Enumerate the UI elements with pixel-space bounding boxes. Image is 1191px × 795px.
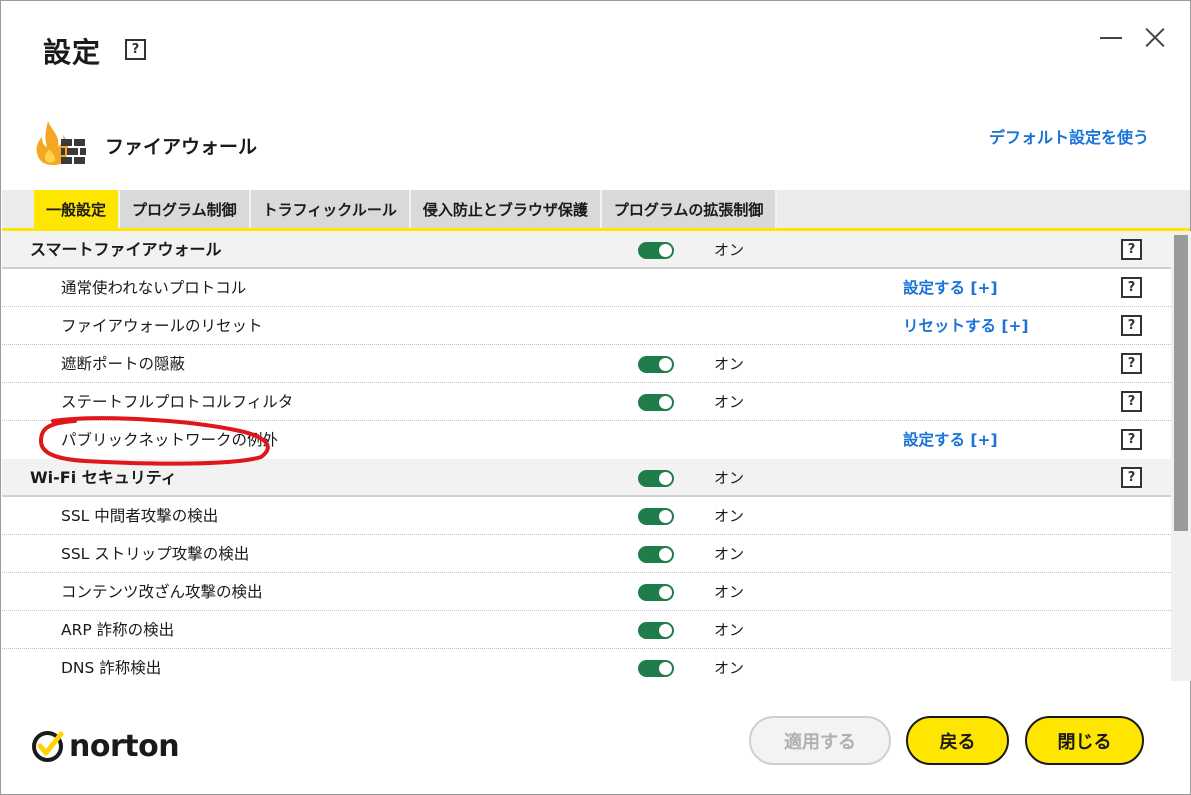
settings-row-dns-spoofing-detection: DNS 詐称検出 オン bbox=[2, 649, 1171, 681]
settings-row-smart-firewall: スマートファイアウォール オン ? bbox=[2, 231, 1171, 269]
norton-logo: norton bbox=[31, 728, 180, 764]
row-label: スマートファイアウォール bbox=[30, 240, 222, 259]
help-icon[interactable]: ? bbox=[1121, 239, 1142, 260]
toggle-state: オン bbox=[714, 355, 745, 373]
firewall-icon bbox=[36, 121, 86, 166]
configure-link[interactable]: 設定する [+] bbox=[903, 421, 998, 459]
settings-row-ssl-mitm-detection: SSL 中間者攻撃の検出 オン bbox=[2, 497, 1171, 535]
arp-spoofing-toggle[interactable] bbox=[638, 622, 674, 639]
tab-general[interactable]: 一般設定 bbox=[34, 190, 121, 228]
list-scrollbar[interactable] bbox=[1171, 231, 1191, 681]
back-button[interactable]: 戻る bbox=[906, 716, 1009, 765]
settings-list: スマートファイアウォール オン ? 通常使われないプロトコル 設定する [+] … bbox=[2, 231, 1171, 681]
close-icon[interactable] bbox=[1144, 26, 1166, 48]
toggle-state: オン bbox=[714, 241, 745, 259]
row-label: SSL ストリップ攻撃の検出 bbox=[61, 545, 250, 563]
content-tampering-toggle[interactable] bbox=[638, 584, 674, 601]
row-label: SSL 中間者攻撃の検出 bbox=[61, 507, 219, 525]
section-title: ファイアウォール bbox=[105, 136, 258, 158]
ssl-strip-toggle[interactable] bbox=[638, 546, 674, 563]
toggle-state: オン bbox=[714, 583, 745, 601]
close-button[interactable]: 閉じる bbox=[1025, 716, 1144, 765]
help-icon[interactable]: ? bbox=[1121, 391, 1142, 412]
help-icon[interactable]: ? bbox=[1121, 467, 1142, 488]
toggle-state: オン bbox=[714, 393, 745, 411]
tab-traffic-rules[interactable]: トラフィックルール bbox=[250, 190, 411, 228]
settings-row-stealth-blocked-ports: 遮断ポートの隠蔽 オン ? bbox=[2, 345, 1171, 383]
tab-advanced-program-control[interactable]: プログラムの拡張制御 bbox=[601, 190, 778, 228]
configure-link[interactable]: 設定する [+] bbox=[903, 269, 998, 307]
toggle-state: オン bbox=[714, 659, 745, 677]
toggle-state: オン bbox=[714, 469, 745, 487]
toggle-state: オン bbox=[714, 621, 745, 639]
help-icon[interactable]: ? bbox=[1121, 315, 1142, 336]
settings-row-ssl-strip-detection: SSL ストリップ攻撃の検出 オン bbox=[2, 535, 1171, 573]
row-label: 遮断ポートの隠蔽 bbox=[61, 355, 186, 373]
norton-check-icon bbox=[32, 730, 64, 762]
stealth-ports-toggle[interactable] bbox=[638, 356, 674, 373]
dns-spoofing-toggle[interactable] bbox=[638, 660, 674, 677]
settings-row-public-network-exceptions: パブリックネットワークの例外 設定する [+] ? bbox=[2, 421, 1171, 459]
apply-button[interactable]: 適用する bbox=[749, 716, 891, 765]
row-label: コンテンツ改ざん攻撃の検出 bbox=[61, 583, 263, 601]
tab-intrusion-browser-protection[interactable]: 侵入防止とブラウザ保護 bbox=[410, 190, 602, 228]
use-default-settings-link[interactable]: デフォルト設定を使う bbox=[989, 124, 1149, 148]
row-label: ファイアウォールのリセット bbox=[61, 317, 263, 335]
settings-row-stateful-protocol-filter: ステートフルプロトコルフィルタ オン ? bbox=[2, 383, 1171, 421]
row-label: ARP 詐称の検出 bbox=[61, 621, 175, 639]
toggle-state: オン bbox=[714, 545, 745, 563]
help-icon[interactable]: ? bbox=[1121, 277, 1142, 298]
settings-row-content-tampering-detection: コンテンツ改ざん攻撃の検出 オン bbox=[2, 573, 1171, 611]
smart-firewall-toggle[interactable] bbox=[638, 242, 674, 259]
row-label: ステートフルプロトコルフィルタ bbox=[61, 393, 294, 411]
help-icon[interactable]: ? bbox=[1121, 353, 1142, 374]
tab-bar: 一般設定 プログラム制御 トラフィックルール 侵入防止とブラウザ保護 プログラム… bbox=[2, 190, 1190, 231]
settings-row-arp-spoofing-detection: ARP 詐称の検出 オン bbox=[2, 611, 1171, 649]
row-label: DNS 詐称検出 bbox=[61, 659, 162, 677]
toggle-state: オン bbox=[714, 507, 745, 525]
wifi-security-toggle[interactable] bbox=[638, 470, 674, 487]
row-label: 通常使われないプロトコル bbox=[61, 279, 247, 297]
ssl-mitm-toggle[interactable] bbox=[638, 508, 674, 525]
page-title: 設定 bbox=[43, 36, 102, 69]
tab-program-control[interactable]: プログラム制御 bbox=[120, 190, 251, 228]
row-label: Wi-Fi セキュリティ bbox=[30, 468, 177, 487]
reset-link[interactable]: リセットする [+] bbox=[903, 307, 1029, 345]
minimize-icon[interactable] bbox=[1098, 26, 1124, 50]
title-help-icon[interactable]: ? bbox=[125, 39, 146, 60]
help-icon[interactable]: ? bbox=[1121, 429, 1142, 450]
stateful-filter-toggle[interactable] bbox=[638, 394, 674, 411]
settings-row-uncommon-protocols: 通常使われないプロトコル 設定する [+] ? bbox=[2, 269, 1171, 307]
norton-wordmark: norton bbox=[69, 728, 180, 764]
settings-window: 設定 ? ファイアウォール デフォルト設定を使う 一般設定 プログラム制御 トラ… bbox=[0, 0, 1191, 795]
settings-row-wifi-security: Wi-Fi セキュリティ オン ? bbox=[2, 459, 1171, 497]
settings-row-firewall-reset: ファイアウォールのリセット リセットする [+] ? bbox=[2, 307, 1171, 345]
scrollbar-thumb[interactable] bbox=[1174, 235, 1188, 531]
row-label: パブリックネットワークの例外 bbox=[61, 431, 279, 449]
